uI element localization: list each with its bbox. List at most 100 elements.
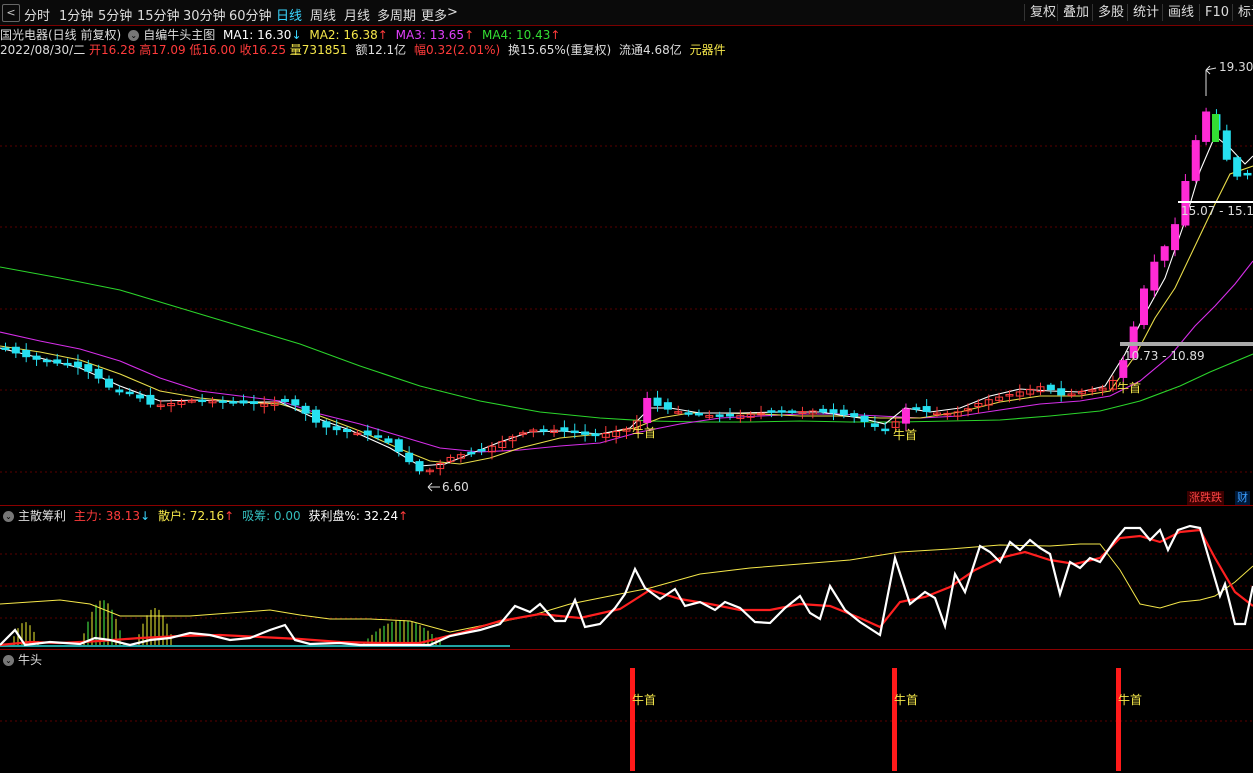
indicator1-settings-icon[interactable]: ⌄ [3,511,14,522]
candle-body [374,435,383,438]
period-tab-daily[interactable]: 日线 [276,5,302,24]
indicator2-name[interactable]: 牛头 [18,653,42,667]
candle-body [1119,360,1128,378]
candle-body [1046,384,1055,391]
quote-change: 幅0.32(2.01%) [414,43,501,57]
chevron-left-icon[interactable]: < [2,4,20,22]
candle-body [136,394,145,399]
candle-body [384,438,393,443]
ma3-value: MA3: 13.65↑ [395,28,475,42]
indicator2-settings-icon[interactable]: ⌄ [3,655,14,666]
candle-body [1191,140,1200,181]
candle-body [301,405,310,414]
candle-body [115,389,124,393]
signal-label-3: 牛首 [1118,692,1142,707]
candle-body [1202,111,1211,142]
price-chart[interactable]: 19.306.6015.07 - 15.1510.73 - 10.89牛首牛首牛… [0,56,1253,504]
candle-body [860,415,869,423]
candle-body [73,361,82,368]
side-tab-finance[interactable]: 财 [1235,491,1250,505]
period-tab-fenshi[interactable]: 分时 [24,5,50,24]
candle-body [1243,172,1252,176]
formula-name[interactable]: 自编牛头主图 [143,28,215,42]
candle-body [239,400,248,404]
candle-body [653,397,662,406]
candle-body [912,407,921,410]
candle-body [1233,157,1242,177]
candle-body [1212,114,1219,142]
chevron-right-icon[interactable]: > [447,5,458,20]
candle-body [415,461,424,472]
tool-multi-stock[interactable]: 多股 [1092,4,1129,21]
range-lower-label: 10.73 - 10.89 [1124,349,1205,363]
period-tab-5min[interactable]: 5分钟 [98,5,132,24]
candle-body [11,346,20,354]
candle-body [767,410,776,413]
period-tab-multi[interactable]: 多周期 [377,5,416,24]
indicator1-grid [0,553,1253,619]
period-tab-60min[interactable]: 60分钟 [229,5,272,24]
candle-body [42,359,51,363]
pane-divider-1 [0,505,1253,506]
ma1-line [0,135,1253,467]
quote-close: 收16.25 [239,43,286,57]
indicator1-absorb: 吸筹: 0.00 [242,509,301,523]
candle-body [32,355,41,360]
pane-divider-2 [0,649,1253,650]
signal-bar-3 [1116,668,1121,771]
quote-sector: 元器件 [689,43,726,57]
candle-body [1222,130,1231,160]
candle-body [881,428,890,432]
candle-body [363,430,372,436]
side-tab-rise-fall[interactable]: 涨跌跌 [1187,491,1224,505]
candle-body [405,452,414,463]
period-tab-weekly[interactable]: 周线 [310,5,336,24]
indicator1-main: 主力: 38.13↓ [73,509,151,523]
ma4-value: MA4: 10.43↑ [481,28,561,42]
period-tab-monthly[interactable]: 月线 [344,5,370,24]
candle-body [922,406,931,412]
candle-body [663,402,672,410]
period-tab-1min[interactable]: 1分钟 [59,5,93,24]
signal-label-1: 牛首 [632,425,656,440]
quote-float: 流通4.68亿 [619,43,682,57]
settings-circle-icon[interactable]: ⌄ [128,30,140,41]
range-upper-label: 15.07 - 15.15 [1181,204,1253,218]
stock-title: 国光电器(日线 前复权) [0,28,122,42]
signal-label-3: 牛首 [1117,380,1141,395]
candle-body [570,430,579,434]
ma2-value: MA2: 16.38↑ [309,28,388,42]
candle-body [125,391,134,395]
tool-stats[interactable]: 统计 [1127,4,1164,21]
candle-body [249,401,258,405]
ma-lines [0,135,1253,467]
candle-body [1150,261,1159,291]
indicator1-name[interactable]: 主散筹利 [18,509,66,523]
candle-body [829,409,838,414]
tool-mark[interactable]: 标记 [1232,4,1253,21]
candle-body [291,399,300,406]
indicator2-chart[interactable]: 牛首 牛首 牛首 [0,666,1253,773]
candle-body [777,410,786,413]
candle-body [22,349,31,358]
tool-overlay[interactable]: 叠加 [1057,4,1094,21]
ma4-line [0,266,1253,423]
period-tab-more[interactable]: 更多 [421,5,447,24]
candle-body [643,397,652,423]
quote-low: 低16.00 [189,43,236,57]
signal-label-1: 牛首 [632,692,656,707]
period-tab-15min[interactable]: 15分钟 [137,5,180,24]
candles [1,107,1252,476]
tool-draw[interactable]: 画线 [1162,4,1199,21]
candle-body [467,451,476,455]
candle-body [726,413,734,417]
tool-f10[interactable]: F10 [1199,4,1234,21]
candle-body [105,378,113,388]
candle-body [312,409,320,423]
candle-body [280,398,289,402]
period-tab-30min[interactable]: 30分钟 [183,5,226,24]
candle-body [477,449,486,452]
tool-fuquan[interactable]: 复权 [1024,4,1061,21]
candle-body [694,412,703,416]
indicator1-chart[interactable] [0,522,1253,648]
